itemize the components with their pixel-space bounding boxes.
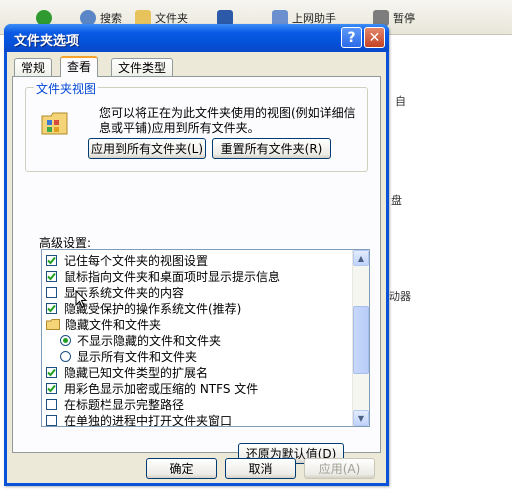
scroll-up-button[interactable]: ▲: [353, 250, 369, 266]
setting-group-item: 隐藏文件和文件夹: [46, 316, 161, 332]
checkbox-checked-icon[interactable]: [46, 254, 57, 266]
scroll-down-button[interactable]: ▼: [353, 410, 369, 426]
setting-radio-item[interactable]: 显示所有文件和文件夹: [60, 348, 197, 364]
checkbox-checked-icon[interactable]: [46, 302, 57, 314]
folder-view-description: 您可以将正在为此文件夹使用的视图(例如详细信息或平铺)应用到所有文件夹。: [99, 106, 356, 135]
scrollbar[interactable]: ▲ ▼: [352, 250, 369, 426]
setting-label: 隐藏文件和文件夹: [65, 317, 162, 332]
dialog-body: 常规 查看 文件类型 文件夹视图 您可以将正在为此文件夹使用的视图(例如详细信息…: [7, 52, 386, 483]
checkbox-unchecked-icon[interactable]: [46, 286, 57, 298]
setting-label: 显示所有文件和文件夹: [77, 349, 198, 364]
apply-button[interactable]: 应用(A): [304, 458, 375, 479]
setting-label: 用彩色显示加密或压缩的 NTFS 文件: [64, 381, 259, 396]
radio-unselected-icon[interactable]: [60, 350, 71, 362]
setting-label: 隐藏已知文件类型的扩展名: [64, 365, 209, 380]
setting-checkbox-item[interactable]: 在标题栏显示完整路径: [46, 396, 184, 412]
dialog-title: 文件夹选项: [14, 34, 80, 49]
ok-button[interactable]: 确定: [146, 458, 217, 479]
setting-checkbox-item[interactable]: 隐藏已知文件类型的扩展名: [46, 364, 208, 380]
tab-general[interactable]: 常规: [14, 58, 53, 76]
cancel-button[interactable]: 取消: [225, 458, 296, 479]
reset-all-folders-button[interactable]: 重置所有文件夹(R): [212, 138, 331, 159]
setting-checkbox-item[interactable]: 在单独的进程中打开文件夹窗口: [46, 412, 233, 427]
close-icon: ✕: [368, 29, 381, 46]
setting-checkbox-item[interactable]: 鼠标指向文件夹和桌面项时显示提示信息: [46, 268, 280, 284]
view-tab-page: 文件夹视图 您可以将正在为此文件夹使用的视图(例如详细信息或平铺)应用到所有文件…: [12, 76, 381, 464]
folder-view-icon: [41, 112, 68, 135]
pause-label: 暂停: [393, 12, 415, 25]
setting-label: 隐藏受保护的操作系统文件(推荐): [64, 301, 242, 316]
folder-icon: [46, 318, 60, 330]
folder-view-group: 文件夹视图 您可以将正在为此文件夹使用的视图(例如详细信息或平铺)应用到所有文件…: [25, 80, 368, 172]
chevron-down-icon: ▼: [357, 413, 365, 423]
checkbox-unchecked-icon[interactable]: [46, 414, 57, 426]
setting-label: 记住每个文件夹的视图设置: [64, 253, 209, 268]
setting-checkbox-item[interactable]: 显示系统文件夹的内容: [46, 284, 184, 300]
setting-radio-item[interactable]: 不显示隐藏的文件和文件夹: [60, 332, 221, 348]
close-button[interactable]: ✕: [364, 27, 385, 48]
checkbox-checked-icon[interactable]: [46, 366, 57, 378]
checkbox-unchecked-icon[interactable]: [46, 398, 57, 410]
checkbox-checked-icon[interactable]: [46, 270, 57, 282]
setting-label: 在单独的进程中打开文件夹窗口: [64, 413, 233, 427]
advanced-settings-list[interactable]: 记住每个文件夹的视图设置 鼠标指向文件夹和桌面项时显示提示信息 显示系统文件夹的内容…: [41, 249, 370, 427]
tab-view[interactable]: 查看: [60, 56, 99, 77]
folder-view-title: 文件夹视图: [34, 80, 99, 97]
title-bar[interactable]: 文件夹选项 ? ✕: [4, 24, 389, 52]
apply-to-all-folders-button[interactable]: 应用到所有文件夹(L): [88, 138, 206, 159]
setting-label: 在标题栏显示完整路径: [64, 397, 185, 412]
radio-selected-icon[interactable]: [60, 334, 71, 346]
side-text-3: 动器: [389, 290, 411, 303]
chevron-up-icon: ▲: [357, 253, 365, 263]
scroll-thumb[interactable]: [353, 306, 369, 374]
folder-options-dialog: 文件夹选项 ? ✕ 常规 查看 文件类型 文件夹视图 您可以将正在为此文件夹使用…: [4, 24, 389, 486]
mouse-cursor-icon: [75, 290, 88, 308]
setting-label: 不显示隐藏的文件和文件夹: [77, 333, 222, 348]
side-text-2: 盘: [391, 194, 402, 207]
help-button[interactable]: ?: [341, 27, 362, 48]
help-icon: ?: [347, 29, 356, 46]
side-text-1: 自: [395, 95, 406, 108]
setting-checkbox-item[interactable]: 记住每个文件夹的视图设置: [46, 252, 208, 268]
tab-file-types[interactable]: 文件类型: [111, 58, 174, 76]
checkbox-checked-icon[interactable]: [46, 382, 57, 394]
setting-checkbox-item[interactable]: 用彩色显示加密或压缩的 NTFS 文件: [46, 380, 258, 396]
setting-label: 鼠标指向文件夹和桌面项时显示提示信息: [64, 269, 281, 284]
